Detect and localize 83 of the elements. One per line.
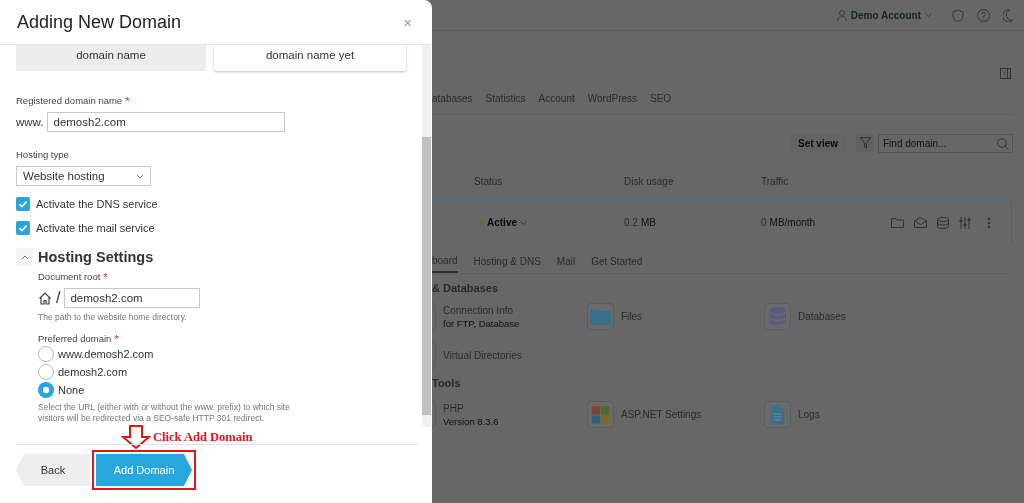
column-header: Disk usage — [624, 176, 675, 189]
status-dot — [478, 219, 484, 226]
field-label: Preferred domain — [38, 333, 112, 344]
radio-button[interactable] — [38, 382, 54, 398]
checkbox-label: Activate the DNS service — [36, 198, 158, 210]
domain-option-card[interactable]: domain name yet — [214, 45, 406, 71]
hosting-type-dropdown[interactable]: Website hosting — [16, 166, 151, 186]
tool-link[interactable]: Logs — [798, 409, 820, 420]
radio-button[interactable] — [38, 364, 54, 380]
chevron-down-icon — [136, 173, 144, 179]
more-icon — [987, 216, 991, 229]
chevron-down-icon — [925, 13, 932, 17]
status-dropdown[interactable]: Active — [478, 217, 624, 228]
find-domain-field[interactable]: Find domain... — [878, 134, 1013, 153]
panel-toggle-icon — [1000, 68, 1011, 79]
field-label: Registered domain name — [16, 95, 123, 106]
tool-link[interactable]: ASP.NET Settings — [621, 409, 702, 420]
tool-link[interactable]: Databases — [798, 311, 846, 322]
tool-link[interactable]: Files — [621, 311, 643, 322]
domain-input[interactable]: demosh2.com — [47, 112, 286, 132]
checkbox-label: Activate the mail service — [36, 222, 155, 234]
radio-label: None — [58, 384, 85, 396]
mail-icon — [914, 217, 927, 228]
help-icon — [977, 8, 990, 22]
dialog-title: Adding New Domain — [17, 11, 182, 33]
home-icon — [38, 291, 52, 305]
sliders-icon — [959, 216, 971, 229]
sub-tab[interactable]: Mail — [556, 255, 576, 273]
required-mark: * — [125, 94, 130, 107]
nav-tab[interactable]: atabases — [432, 93, 473, 104]
add-domain-button[interactable]: Add Domain — [96, 454, 192, 486]
field-label: Document root — [38, 271, 101, 282]
scrollbar[interactable] — [422, 45, 431, 427]
tool-subtitle: for FTP, Database — [443, 317, 520, 329]
tool-link[interactable]: Virtual Directories — [443, 350, 522, 361]
shield-icon — [952, 8, 964, 22]
nav-tab[interactable]: SEO — [650, 93, 672, 104]
sub-tab[interactable]: Hosting & DNS — [473, 255, 541, 273]
database-icon — [937, 216, 949, 229]
column-header: Traffic — [761, 176, 789, 189]
chevron-up-icon — [20, 254, 29, 260]
section-title: Hosting Settings — [38, 249, 154, 265]
help-text: The path to the website home directory. — [38, 312, 188, 322]
close-button[interactable]: × — [403, 13, 412, 31]
checkbox[interactable] — [16, 221, 30, 235]
document-icon — [764, 401, 791, 428]
domain-option-card[interactable]: domain name — [16, 45, 206, 71]
tool-link[interactable]: PHP — [443, 402, 499, 414]
nav-tab[interactable]: WordPress — [587, 93, 638, 104]
required-mark: * — [103, 270, 108, 283]
sub-tab[interactable]: Get Started — [591, 255, 643, 273]
field-label: Hosting type — [16, 149, 69, 160]
nav-tab[interactable]: Statistics — [485, 93, 526, 104]
section-title: & Databases — [432, 282, 500, 296]
disk-usage-cell-text: 0.2 MB — [624, 217, 657, 228]
account-menu[interactable]: Demo Account — [836, 9, 932, 21]
path-separator: / — [56, 289, 61, 307]
column-header: Status — [474, 176, 504, 189]
collapse-toggle[interactable] — [16, 248, 33, 266]
search-icon — [997, 137, 1009, 150]
radio-label: www.demosh2.com — [58, 348, 154, 360]
radio-button[interactable] — [38, 346, 54, 362]
section-title: Tools — [432, 377, 462, 391]
folder-icon — [587, 303, 614, 330]
filter-button[interactable] — [856, 134, 874, 152]
tool-subtitle: Version 8.3.6 — [443, 415, 499, 427]
chevron-down-icon — [520, 220, 527, 225]
help-text: Select the URL (either with or without the www. prefix) to which site visitors will be redirected via a SEO-safe HTTP 301 redirect. — [38, 402, 291, 424]
moon-icon — [1003, 8, 1014, 22]
tool-link[interactable]: Connection Info — [443, 304, 520, 316]
nav-tab[interactable]: Account — [538, 93, 575, 104]
prefix-label: www. — [16, 116, 44, 128]
document-root-input[interactable]: demosh2.com — [64, 288, 201, 308]
checkbox[interactable] — [16, 197, 30, 211]
required-mark: * — [114, 332, 119, 345]
user-icon — [836, 9, 847, 21]
windows-logo-icon — [587, 401, 614, 428]
radio-label: demosh2.com — [58, 366, 128, 378]
filter-icon — [859, 137, 871, 149]
annotation-text: Click Add Domain — [153, 429, 253, 445]
database-icon — [764, 303, 791, 330]
folder-icon — [891, 217, 904, 228]
back-button[interactable]: Back — [16, 454, 90, 486]
